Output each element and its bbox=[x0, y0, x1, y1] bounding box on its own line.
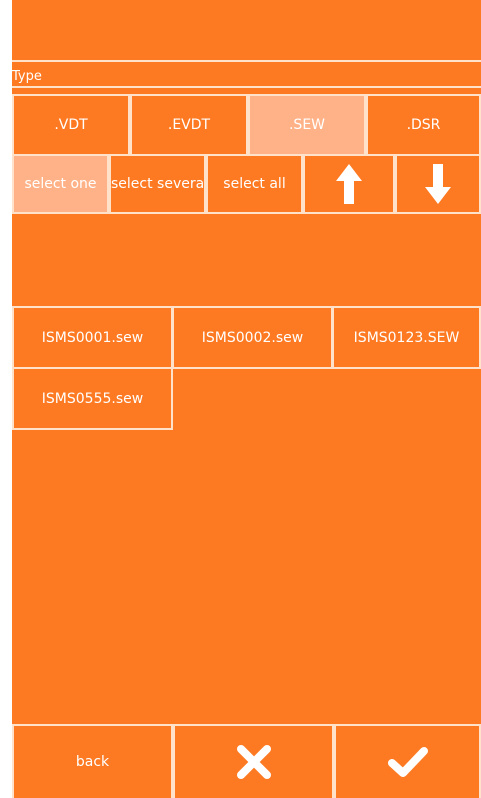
file-item[interactable]: ISMS0002.sew bbox=[172, 306, 333, 369]
tab-sew[interactable]: .SEW bbox=[248, 94, 366, 156]
confirm-button[interactable] bbox=[334, 724, 481, 798]
tab-dsr[interactable]: .DSR bbox=[366, 94, 481, 156]
file-item[interactable]: ISMS0001.sew bbox=[12, 306, 173, 369]
select-several-button[interactable]: select several bbox=[109, 154, 206, 214]
select-one-button[interactable]: select one bbox=[12, 154, 109, 214]
select-all-button[interactable]: select all bbox=[206, 154, 303, 214]
type-label: Type bbox=[12, 66, 481, 88]
footer-bar: back bbox=[12, 724, 481, 798]
cancel-button[interactable] bbox=[173, 724, 334, 798]
file-browser-screen: Type .VDT .EVDT .SEW .DSR select one sel… bbox=[12, 0, 481, 798]
move-up-button[interactable] bbox=[303, 154, 395, 214]
move-down-button[interactable] bbox=[395, 154, 481, 214]
arrow-up-icon bbox=[336, 164, 362, 204]
tab-vdt[interactable]: .VDT bbox=[12, 94, 130, 156]
header-bar bbox=[12, 12, 481, 62]
close-icon bbox=[236, 745, 271, 779]
back-button[interactable]: back bbox=[12, 724, 173, 798]
arrow-down-icon bbox=[425, 164, 451, 204]
file-item[interactable]: ISMS0123.SEW bbox=[332, 306, 481, 369]
tab-evdt[interactable]: .EVDT bbox=[130, 94, 248, 156]
file-item[interactable]: ISMS0555.sew bbox=[12, 367, 173, 430]
selection-toolbar: select one select several select all bbox=[12, 154, 481, 214]
checkmark-icon bbox=[387, 747, 428, 777]
type-tabs: .VDT .EVDT .SEW .DSR bbox=[12, 94, 481, 156]
